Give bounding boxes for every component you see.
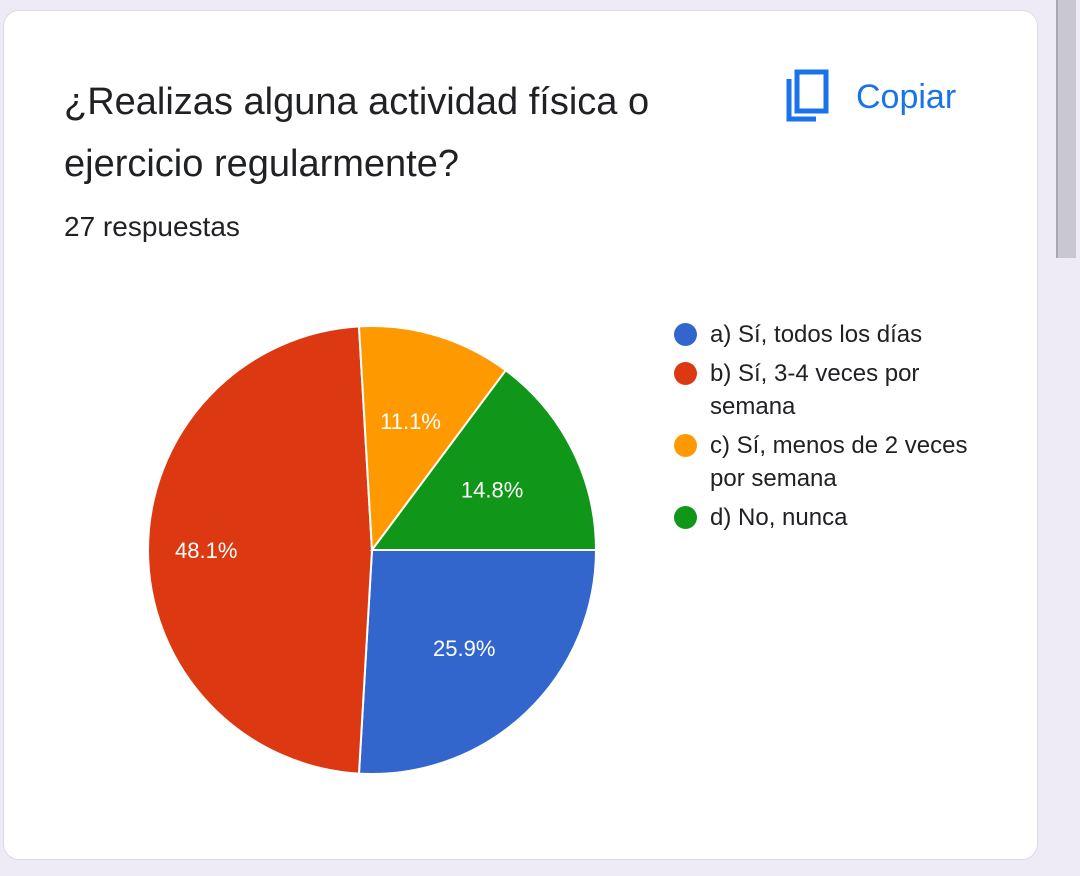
scrollbar-thumb[interactable] bbox=[1056, 0, 1076, 258]
legend-label: a) Sí, todos los días bbox=[710, 321, 923, 348]
legend-dot bbox=[674, 362, 697, 385]
legend-label: c) Sí, menos de 2 veces por semana bbox=[710, 432, 968, 492]
slice-label: 48.1% bbox=[175, 538, 237, 563]
legend-label: b) Sí, 3-4 veces por semana bbox=[710, 360, 920, 420]
legend-dot bbox=[674, 323, 697, 346]
legend-dot bbox=[674, 434, 697, 457]
legend-item[interactable]: c) Sí, menos de 2 veces por semana bbox=[672, 429, 972, 495]
slice-label: 14.8% bbox=[461, 478, 523, 503]
legend-dot bbox=[674, 506, 697, 529]
slice-label: 11.1% bbox=[380, 409, 441, 434]
pie-slice[interactable] bbox=[357, 549, 598, 775]
chart-legend: a) Sí, todos los días b) Sí, 3-4 veces po… bbox=[672, 318, 972, 540]
legend-label: d) No, nunca bbox=[710, 504, 848, 531]
legend-item[interactable]: a) Sí, todos los días bbox=[672, 318, 972, 351]
legend-item[interactable]: d) No, nunca bbox=[672, 501, 972, 534]
legend-item[interactable]: b) Sí, 3-4 veces por semana bbox=[672, 357, 972, 423]
slice-label: 25.9% bbox=[433, 636, 495, 661]
